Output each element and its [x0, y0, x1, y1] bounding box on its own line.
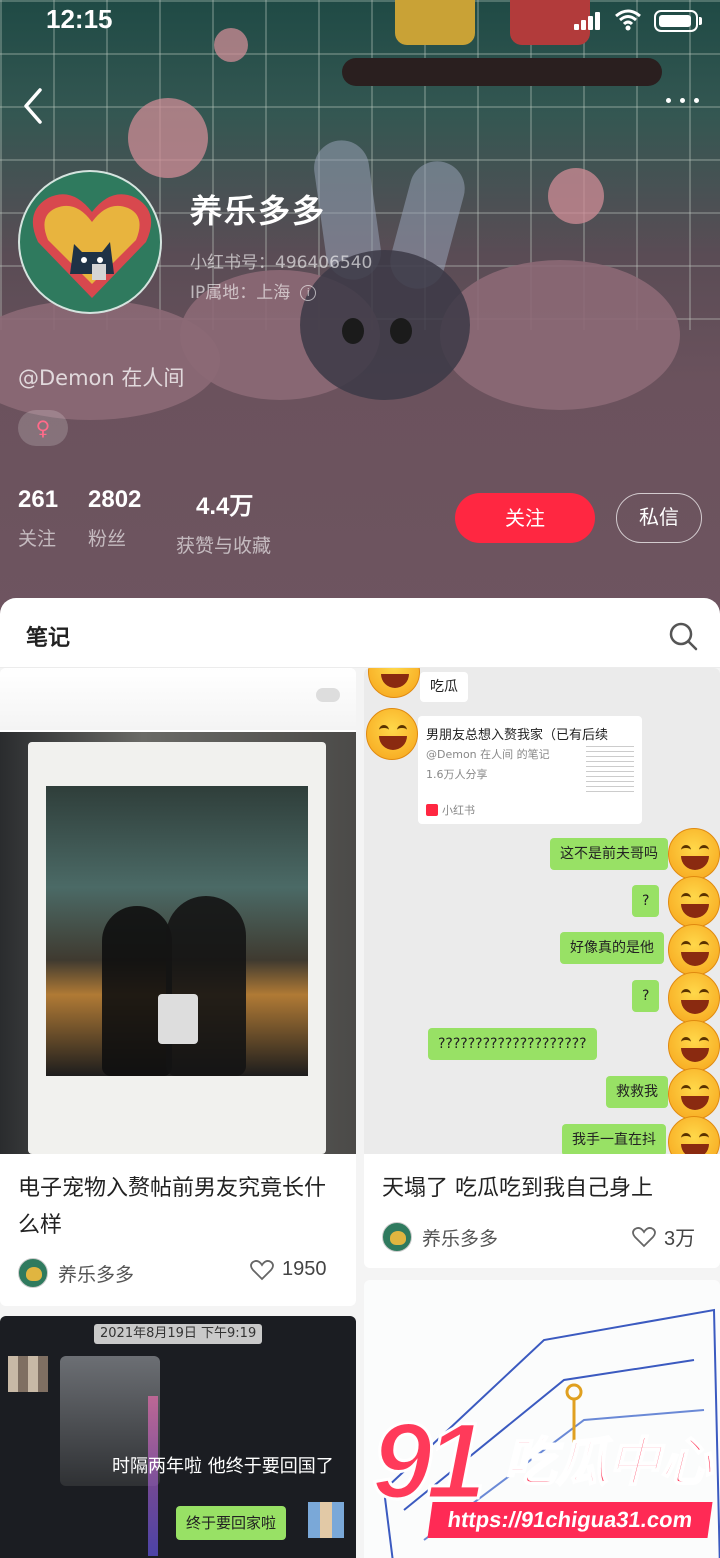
photo-cake: [158, 994, 198, 1044]
info-icon[interactable]: i: [300, 285, 317, 301]
emoji-avatar: [668, 1116, 720, 1154]
notes-tabbar: 笔记: [0, 598, 720, 668]
emoji-avatar: [668, 972, 720, 1024]
watermark-text: 吃瓜中心: [503, 1432, 713, 1494]
blurred-avatar: [8, 1356, 48, 1392]
author-name: 养乐多多: [58, 1263, 135, 1286]
profile-bio: @Demon 在人间: [18, 366, 185, 390]
author-name: 养乐多多: [422, 1227, 499, 1250]
photo-person: [166, 896, 246, 1076]
follow-button[interactable]: 关注: [455, 493, 595, 543]
more-options-icon[interactable]: [664, 90, 704, 110]
heart-icon: [250, 1259, 274, 1280]
note-title: 电子宠物入赘帖前男友究竟长什么样: [18, 1176, 327, 1238]
shared-note-count: 1.6万人分享: [426, 768, 488, 781]
stat-label: 关注: [18, 528, 57, 550]
profile-screen: 12:15 养乐多多 小红书号：496406540 IP属地：上海 i @Dem…: [0, 0, 720, 1558]
note-card[interactable]: 电子宠物入赘帖前男友究竟长什么样 养乐多多 1950: [0, 668, 356, 1306]
stat-value: 261: [18, 486, 59, 513]
shared-note-thumb: [586, 742, 634, 794]
note-card[interactable]: 2021年8月19日 下午9:19 时隔两年啦 他终于要回国了 终于要回家啦: [0, 1316, 356, 1558]
note-image: [0, 732, 356, 1154]
note-card[interactable]: 吃瓜 男朋友总想入赘我家（已有后续 @Demon 在人间 的笔记 1.6万人分享…: [364, 668, 720, 1268]
emoji-avatar: [668, 1020, 720, 1072]
shared-note-title: 男朋友总想入赘我家（已有后续: [426, 728, 609, 743]
background-bubble: [548, 168, 604, 224]
chat-caption: 时隔两年啦 他终于要回国了: [112, 1456, 334, 1477]
background-cloud: [440, 260, 680, 410]
profile-header: 12:15 养乐多多 小红书号：496406540 IP属地：上海 i @Dem…: [0, 0, 720, 640]
brand-label: 小红书: [442, 804, 475, 817]
signal-icon: [574, 12, 602, 30]
emoji-avatar: [668, 876, 720, 928]
search-icon[interactable]: [668, 621, 698, 651]
red-id: 小红书号：496406540: [190, 253, 373, 273]
status-bar: 12:15: [0, 0, 720, 44]
wifi-icon: [615, 9, 641, 31]
stat-following[interactable]: 261 关注: [18, 486, 58, 551]
photo-content: [46, 786, 308, 1076]
note-image: 吃瓜 男朋友总想入赘我家（已有后续 @Demon 在人间 的笔记 1.6万人分享…: [364, 668, 720, 1154]
stat-label: 获赞与收藏: [176, 535, 272, 557]
emoji-avatar: [366, 708, 418, 760]
emoji-avatar: [368, 668, 420, 698]
gender-badge: ♀: [18, 410, 68, 446]
tab-notes[interactable]: 笔记: [26, 620, 70, 652]
background-bunny-eye: [342, 318, 364, 344]
live-photo-icon: [316, 688, 340, 702]
chat-bubble: 吃瓜: [420, 672, 468, 702]
emoji-avatar: [668, 1068, 720, 1120]
back-icon[interactable]: [20, 86, 50, 126]
background-bunny-eye: [390, 318, 412, 344]
like-button[interactable]: 3万: [632, 1222, 695, 1251]
emoji-avatar: [668, 828, 720, 880]
shared-note-sub: @Demon 在人间 的笔记: [426, 748, 550, 761]
profile-name: 养乐多多: [190, 192, 327, 230]
chat-bubble: 这不是前夫哥吗: [550, 838, 668, 870]
chat-bubble: ?: [632, 980, 660, 1012]
message-button[interactable]: 私信: [616, 493, 702, 543]
ip-location: IP属地：上海 i: [190, 278, 317, 303]
chat-timestamp: 2021年8月19日 下午9:19: [94, 1324, 263, 1344]
shared-note-card: 男朋友总想入赘我家（已有后续 @Demon 在人间 的笔记 1.6万人分享 小红…: [418, 716, 642, 824]
notes-feed: 电子宠物入赘帖前男友究竟长什么样 养乐多多 1950 吃瓜 男朋友总想入赘我家（…: [0, 668, 720, 1558]
battery-tip: [699, 17, 702, 25]
photo-person: [102, 906, 172, 1076]
emoji-avatar: [668, 924, 720, 976]
xiaohongshu-logo-icon: [426, 804, 438, 816]
avatar[interactable]: [18, 170, 162, 314]
stat-label: 粉丝: [88, 528, 127, 550]
site-watermark: 91 吃瓜中心 https://91chigua31.com: [370, 1398, 713, 1548]
author-avatar: [382, 1222, 412, 1252]
battery-icon: [654, 10, 698, 32]
like-count: 1950: [282, 1258, 327, 1280]
chat-bubble: 救救我: [606, 1076, 668, 1108]
chat-bubble: ????????????????????: [428, 1028, 597, 1060]
stat-likes-collects[interactable]: 4.4万 获赞与收藏: [176, 486, 271, 558]
author-avatar: [18, 1258, 48, 1288]
note-author[interactable]: 养乐多多: [18, 1258, 134, 1288]
polaroid-frame: [28, 742, 326, 1154]
background-bubble: [128, 98, 208, 178]
stat-value: 4.4万: [196, 493, 254, 520]
chat-bubble: ?: [632, 885, 660, 917]
stat-value: 2802: [88, 486, 142, 513]
blurred-avatar: [308, 1502, 344, 1538]
background-shelf: [342, 58, 662, 86]
watermark-url: https://91chigua31.com: [427, 1502, 713, 1538]
shared-note-brand: 小红书: [426, 802, 475, 818]
heart-icon: [632, 1226, 656, 1247]
note-title: 天塌了 吃瓜吃到我自己身上: [382, 1176, 653, 1201]
ip-location-text: IP属地：上海: [190, 283, 291, 303]
chat-bubble: 我手一直在抖: [562, 1124, 666, 1154]
note-author[interactable]: 养乐多多: [382, 1222, 498, 1252]
status-time: 12:15: [46, 4, 113, 34]
stat-followers[interactable]: 2802 粉丝: [88, 486, 141, 551]
card-image-top: [0, 668, 356, 730]
like-button[interactable]: 1950: [250, 1258, 327, 1281]
chat-bubble: 终于要回家啦: [176, 1506, 287, 1540]
like-count: 3万: [664, 1228, 696, 1250]
chat-bubble: 好像真的是他: [560, 932, 664, 964]
avatar-heart-cat-icon: [32, 194, 152, 298]
